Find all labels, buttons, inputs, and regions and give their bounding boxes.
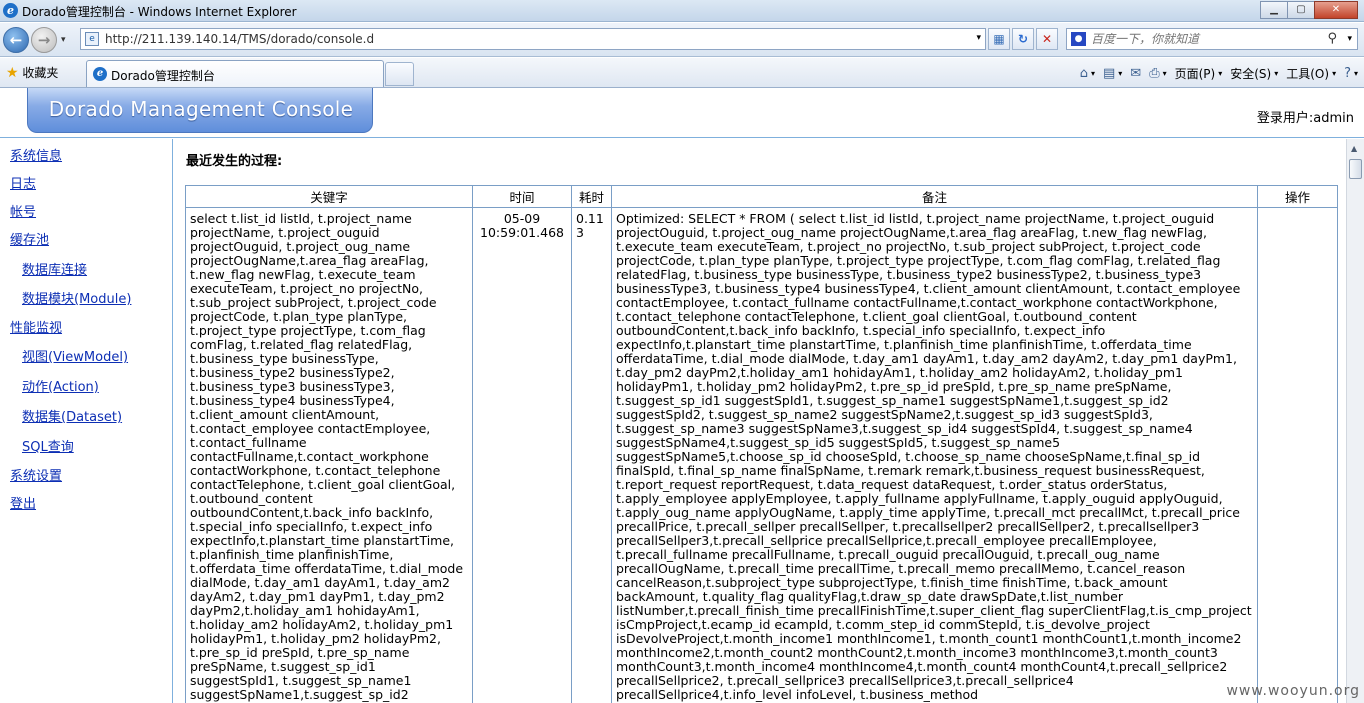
cell-time: 05-09 10:59:01.468	[472, 207, 572, 703]
sidebar-item-sql-query[interactable]: SQL查询	[22, 436, 74, 455]
table-row: select t.list_id listId, t.project_name …	[185, 207, 1338, 703]
scrollbar-thumb[interactable]	[1349, 159, 1362, 179]
vertical-scrollbar[interactable]: ▲	[1346, 139, 1364, 703]
back-button[interactable]: ←	[3, 27, 29, 53]
table-header-row: 关键字 时间 耗时 备注 操作	[185, 185, 1338, 208]
page-heading: 最近发生的过程:	[186, 154, 283, 169]
refresh-icon[interactable]: ↻	[1012, 28, 1034, 50]
help-button[interactable]: ? ▾	[1344, 66, 1358, 81]
console-header: Dorado Management Console 登录用户:admin	[0, 88, 1364, 138]
safety-menu[interactable]: 安全(S) ▾	[1230, 65, 1278, 82]
sidebar-item-action[interactable]: 动作(Action)	[22, 376, 99, 395]
cell-cost: 0.113	[571, 207, 612, 703]
sidebar-item-performance[interactable]: 性能监视	[10, 317, 62, 336]
page-menu-dropdown-icon: ▾	[1218, 68, 1223, 78]
mail-button[interactable]: ✉	[1130, 66, 1141, 81]
tab-dorado-console[interactable]: e Dorado管理控制台	[86, 60, 384, 87]
sidebar-item-logout[interactable]: 登出	[10, 493, 36, 512]
tab-title: Dorado管理控制台	[111, 69, 215, 83]
sidebar-item-viewmodel[interactable]: 视图(ViewModel)	[22, 346, 128, 365]
page-icon: e	[85, 32, 99, 46]
print-icon: ⎙	[1149, 65, 1160, 81]
search-icon[interactable]: ⚲	[1327, 31, 1337, 46]
favorites-label: 收藏夹	[22, 66, 59, 80]
address-field[interactable]: e http://211.139.140.14/TMS/dorado/conso…	[80, 28, 986, 50]
window-controls: ▁ ▢ ✕	[1260, 1, 1358, 19]
baidu-icon: ●	[1071, 32, 1086, 46]
rss-icon: ▤	[1102, 65, 1116, 81]
tools-menu-dropdown-icon: ▾	[1332, 68, 1337, 78]
address-toolbar: ← → ▾ e http://211.139.140.14/TMS/dorado…	[0, 23, 1364, 57]
login-user: 登录用户:admin	[1256, 111, 1354, 126]
forward-button[interactable]: →	[31, 27, 57, 53]
page-menu[interactable]: 页面(P) ▾	[1175, 65, 1223, 82]
print-dropdown-icon[interactable]: ▾	[1163, 69, 1167, 78]
url-text[interactable]: http://211.139.140.14/TMS/dorado/console…	[105, 32, 374, 46]
search-box[interactable]: ● ⚲ ▾	[1066, 28, 1358, 50]
search-input[interactable]	[1091, 31, 1321, 47]
stop-icon[interactable]: ✕	[1036, 28, 1058, 50]
sidebar: 系统信息 日志 帐号 缓存池 数据库连接 数据模块(Module) 性能监视 视…	[0, 139, 173, 703]
process-table: 关键字 时间 耗时 备注 操作 select t.list_id listId,…	[185, 185, 1338, 703]
sidebar-item-data-module[interactable]: 数据模块(Module)	[22, 288, 131, 307]
watermark: www.wooyun.org	[1226, 683, 1360, 699]
compatibility-view-icon[interactable]: ▦	[988, 28, 1010, 50]
cell-remark: Optimized: SELECT * FROM ( select t.list…	[611, 207, 1258, 703]
address-dropdown-icon[interactable]: ▾	[976, 33, 981, 43]
safety-menu-label: 安全(S)	[1230, 66, 1272, 81]
tab-ie-icon: e	[93, 67, 107, 81]
window-title-bar: e Dorado管理控制台 - Windows Internet Explore…	[0, 0, 1364, 22]
home-button[interactable]: ⌂ ▾	[1080, 66, 1095, 81]
column-header-remark: 备注	[611, 185, 1258, 208]
print-button[interactable]: ⎙ ▾	[1149, 66, 1166, 81]
new-tab-button[interactable]	[385, 62, 414, 86]
ie-logo-icon: e	[3, 3, 18, 18]
tools-menu[interactable]: 工具(O) ▾	[1286, 65, 1336, 82]
cell-action[interactable]	[1257, 207, 1338, 703]
help-dropdown-icon[interactable]: ▾	[1354, 69, 1358, 78]
sidebar-item-system-info[interactable]: 系统信息	[10, 145, 62, 164]
favorites-tab-bar: ★ 收藏夹 e Dorado管理控制台 ⌂ ▾ ▤ ▾ ✉ ⎙ ▾ 页面(P) ▾ 安全…	[0, 58, 1364, 88]
sidebar-item-dataset[interactable]: 数据集(Dataset)	[22, 406, 122, 425]
home-icon: ⌂	[1079, 65, 1088, 81]
main-panel: 最近发生的过程: 关键字 时间 耗时 备注 操作 select t.list_i…	[174, 139, 1346, 703]
star-icon: ★	[6, 65, 19, 81]
close-window-button[interactable]: ✕	[1314, 1, 1358, 19]
search-options-dropdown-icon[interactable]: ▾	[1347, 34, 1352, 44]
column-header-action: 操作	[1257, 185, 1338, 208]
window-title: Dorado管理控制台 - Windows Internet Explorer	[22, 5, 297, 19]
sidebar-item-cache-pool[interactable]: 缓存池	[10, 229, 49, 248]
feeds-dropdown-icon[interactable]: ▾	[1118, 69, 1122, 78]
sidebar-item-settings[interactable]: 系统设置	[10, 465, 62, 484]
page-menu-label: 页面(P)	[1174, 66, 1216, 81]
page-content: Dorado Management Console 登录用户:admin 系统信…	[0, 88, 1364, 703]
column-header-keyword: 关键字	[185, 185, 473, 208]
sidebar-item-account[interactable]: 帐号	[10, 201, 36, 220]
scroll-up-arrow-icon[interactable]: ▲	[1351, 144, 1357, 153]
help-icon: ?	[1344, 65, 1351, 81]
sidebar-item-log[interactable]: 日志	[10, 173, 36, 192]
minimize-button[interactable]: ▁	[1260, 1, 1288, 19]
column-header-time: 时间	[472, 185, 572, 208]
sidebar-item-db-connection[interactable]: 数据库连接	[22, 259, 87, 278]
console-banner: Dorado Management Console	[27, 88, 373, 133]
recent-pages-dropdown-icon[interactable]: ▾	[61, 35, 66, 45]
maximize-button[interactable]: ▢	[1287, 1, 1315, 19]
command-bar: ⌂ ▾ ▤ ▾ ✉ ⎙ ▾ 页面(P) ▾ 安全(S) ▾ 工具(O) ▾ ? ▾	[1072, 63, 1358, 83]
mail-icon: ✉	[1130, 65, 1142, 81]
home-dropdown-icon[interactable]: ▾	[1091, 69, 1095, 78]
safety-menu-dropdown-icon: ▾	[1274, 68, 1279, 78]
feeds-button[interactable]: ▤ ▾	[1103, 66, 1122, 81]
tools-menu-label: 工具(O)	[1286, 66, 1330, 81]
cell-keyword: select t.list_id listId, t.project_name …	[185, 207, 473, 703]
column-header-cost: 耗时	[571, 185, 612, 208]
favorites-button[interactable]: ★ 收藏夹	[6, 64, 58, 81]
banner-title: Dorado Management Console	[48, 97, 354, 121]
